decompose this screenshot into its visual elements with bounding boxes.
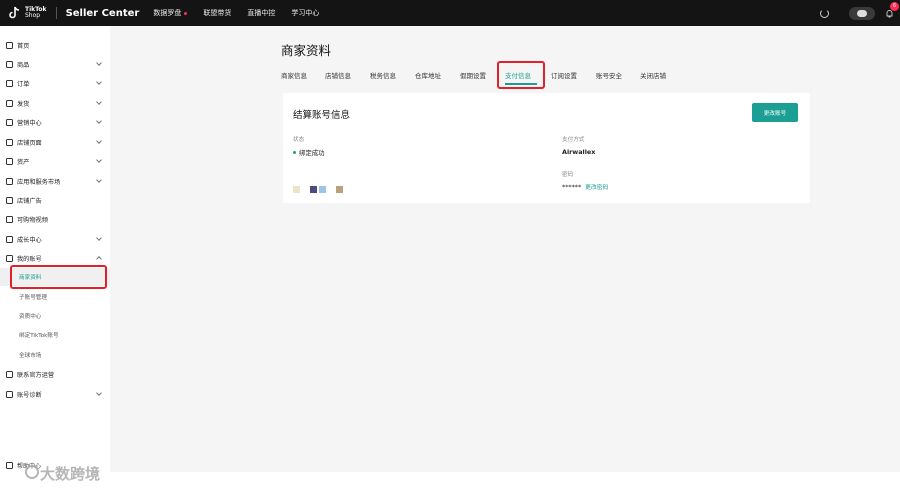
password-value: ****** [562,182,582,191]
diagnosis-icon [6,390,13,398]
sidebar: 首页 商品 订单 发货 营销中心 店铺页面 资产 应用和服务市场 店铺广告 可购… [0,26,110,491]
ads-icon [6,196,13,204]
nav-affiliate[interactable]: 联盟带货 [203,8,231,18]
page-title: 商家资料 [281,43,332,58]
store-page-icon [6,138,13,146]
account-icon [6,254,13,262]
logo-divider [55,7,57,19]
chat-bubble-icon [857,9,867,17]
logo-wordmark: TikTok Shop [25,6,47,19]
seller-center-title: Seller Center [65,7,140,19]
sidebar-item-video[interactable]: 可购物视频 [0,210,110,228]
tiktok-shop-logo[interactable]: TikTok Shop [8,6,47,20]
tab-holiday[interactable]: 假期设置 [460,70,486,80]
assets-icon [6,157,13,165]
sidebar-item-home[interactable]: 首页 [0,36,110,54]
tab-subscription[interactable]: 订阅设置 [551,70,577,80]
top-right-tools: 6 [820,0,899,26]
sidebar-subitem-qualification[interactable]: 资质中心 [0,307,110,325]
chat-button[interactable] [849,6,875,20]
sidebar-item-growth[interactable]: 成长中心 [0,230,110,248]
sidebar-item-products[interactable]: 商品 [0,55,110,73]
payment-method-label: 支付方式 [562,137,585,143]
status-label: 状态 [293,137,305,143]
home-icon [6,41,13,49]
sidebar-subitem-global-market[interactable]: 全球市场 [0,346,110,364]
sidebar-item-contact-ops[interactable]: 联系官方运营 [0,365,110,383]
sidebar-item-shipping[interactable]: 发货 [0,94,110,112]
app-market-icon [6,177,13,185]
new-dot-icon [184,11,188,15]
sidebar-item-app-market[interactable]: 应用和服务市场 [0,172,110,190]
password-row: ****** 更改密码 [562,182,608,192]
video-icon [6,215,13,223]
chevron-up-icon [96,256,102,262]
sidebar-item-marketing[interactable]: 营销中心 [0,113,110,131]
product-icon [6,60,13,68]
swatch-4 [336,186,343,193]
swatch-1 [293,186,300,193]
swatch-2 [310,186,317,193]
highlight-box-sidebar [10,265,107,289]
settlement-account-card: 结算账号信息 更改账号 状态 绑定成功 支付方式 Airwallex 密码 **… [283,93,810,203]
shipping-icon [6,99,13,107]
status-value: 绑定成功 [293,148,325,157]
sidebar-item-diagnosis[interactable]: 账号诊断 [0,385,110,403]
notification-badge: 6 [890,1,899,11]
password-label: 密码 [562,172,574,178]
card-title: 结算账号信息 [293,110,351,121]
notification-bell[interactable]: 6 [885,1,899,18]
nav-learning-center[interactable]: 学习中心 [291,8,319,18]
tab-merchant-info[interactable]: 商家信息 [281,70,307,80]
tab-store-info[interactable]: 店铺信息 [325,70,351,80]
order-icon [6,79,13,87]
chevron-down-icon [96,99,102,105]
payment-method-value: Airwallex [562,148,596,156]
nav-live-control[interactable]: 直播中控 [247,8,275,18]
sidebar-item-store-page[interactable]: 店铺页面 [0,133,110,151]
sidebar-subitem-bind-tiktok[interactable]: 绑定TikTok账号 [0,326,110,344]
change-password-link[interactable]: 更改密码 [585,182,608,191]
document-icon [6,462,13,469]
sidebar-subitem-sub-accounts[interactable]: 子账号管理 [0,288,110,306]
sidebar-item-orders[interactable]: 订单 [0,74,110,92]
refresh-icon[interactable] [820,8,829,18]
sidebar-item-ads[interactable]: 店铺广告 [0,191,110,209]
swatch-3 [319,186,326,193]
watermark-text: 大数跨境 [40,465,101,483]
bottom-toolbar [110,472,900,491]
chevron-down-icon [96,177,102,183]
top-bar: TikTok Shop Seller Center 数据罗盘 联盟带货 直播中控… [0,0,900,26]
chevron-down-icon [96,60,102,66]
chevron-down-icon [96,157,102,163]
tab-tax-info[interactable]: 税务信息 [370,70,396,80]
chevron-down-icon [96,79,102,85]
nav-data-compass[interactable]: 数据罗盘 [153,8,188,18]
chevron-down-icon [96,138,102,144]
change-account-button[interactable]: 更改账号 [752,103,798,122]
status-dot-icon [293,151,296,154]
tab-close-store[interactable]: 关闭店铺 [640,70,666,80]
growth-icon [6,235,13,243]
watermark-logo-icon [25,465,39,479]
chevron-down-icon [96,235,102,241]
tab-warehouse[interactable]: 仓库地址 [415,70,441,80]
tiktok-logo-icon [8,6,22,20]
marketing-icon [6,118,13,126]
chevron-down-icon [96,118,102,124]
top-nav: 数据罗盘 联盟带货 直播中控 学习中心 [153,8,335,18]
highlight-box-tab [497,61,545,89]
sidebar-item-assets[interactable]: 资产 [0,152,110,170]
chevron-down-icon [96,390,102,396]
contact-icon [6,370,13,378]
tab-account-security[interactable]: 账号安全 [596,70,622,80]
